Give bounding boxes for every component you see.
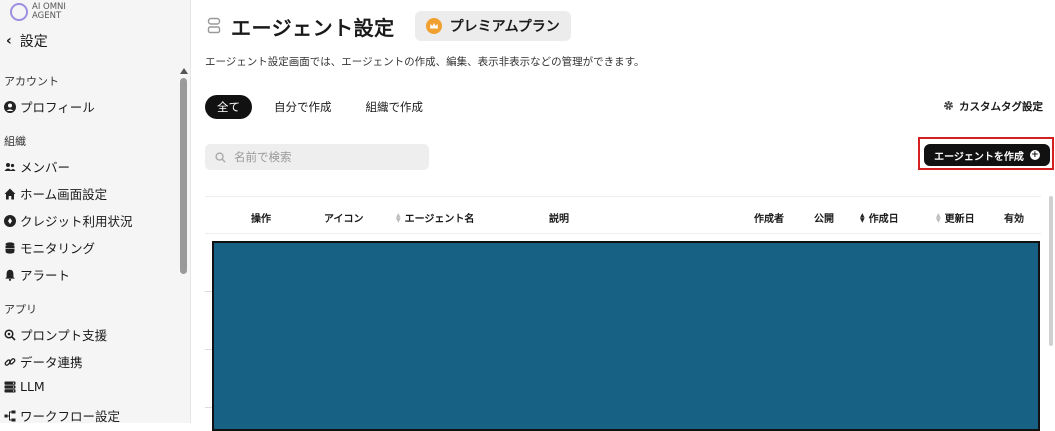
- sidebar-item-llm[interactable]: LLM: [4, 379, 45, 394]
- sort-icon: ▲ ▼: [936, 211, 941, 224]
- column-header-label: 更新日: [944, 214, 975, 225]
- workflow-icon: [4, 410, 16, 422]
- chevron-left-icon: ‹: [6, 33, 12, 49]
- sort-icon: ▲ ▼: [396, 211, 401, 224]
- sidebar-item-label: LLM: [20, 379, 45, 394]
- crown-icon: [425, 18, 442, 34]
- user-circle-icon: [4, 100, 16, 113]
- column-header-label: 作成日: [868, 214, 899, 225]
- filter-tabs: 全て 自分で作成 組織で作成: [205, 95, 435, 119]
- sidebar-item-label: ホーム画面設定: [20, 187, 108, 202]
- coin-icon: [4, 214, 16, 227]
- plan-badge-label: プレミアムプラン: [449, 19, 560, 35]
- column-header-label: エージェント名: [404, 214, 475, 225]
- tab-all[interactable]: 全て: [205, 95, 252, 119]
- sidebar-item-label: プロフィール: [20, 100, 95, 115]
- sort-icon: ▲ ▼: [860, 211, 865, 224]
- sidebar-item-label: プロンプト支援: [20, 328, 108, 343]
- logo: AI OMNI AGENT: [10, 3, 92, 21]
- logo-text: AI OMNI AGENT: [32, 2, 66, 21]
- column-header-actions: 操作: [251, 214, 271, 225]
- sidebar-item-label: クレジット利用状況: [20, 214, 133, 229]
- main-scrollbar[interactable]: [1049, 196, 1053, 346]
- sidebar-item-alerts[interactable]: アラート: [4, 265, 70, 284]
- agents-table: 操作 アイコン ▲ ▼ エージェント名 説明 作成者 公開 ▲ ▼ 作成日 ▲ ▼ 更…: [205, 196, 1041, 431]
- sidebar-scrollbar[interactable]: [180, 68, 188, 278]
- tab-created-by-org[interactable]: 組織で作成: [354, 95, 436, 119]
- home-icon: [4, 188, 16, 200]
- custom-tag-label: カスタムタグ設定: [959, 101, 1043, 113]
- sidebar-item-workflow[interactable]: ワークフロー設定: [4, 406, 120, 423]
- link-icon: [4, 356, 16, 368]
- back-label: 設定: [19, 34, 48, 50]
- section-label-apps: アプリ: [4, 303, 37, 316]
- create-button-highlight: エージェントを作成 +: [918, 137, 1054, 170]
- sidebar-item-label: ワークフロー設定: [20, 409, 121, 423]
- search-icon: [215, 148, 226, 167]
- logo-mark-icon: [10, 3, 28, 21]
- sidebar-item-credit-usage[interactable]: クレジット利用状況: [4, 211, 133, 230]
- tab-created-by-me[interactable]: 自分で作成: [262, 95, 344, 119]
- agent-icon: [207, 17, 221, 35]
- title-row: エージェント設定 プレミアムプラン: [207, 11, 571, 41]
- plan-badge: プレミアムプラン: [414, 11, 571, 41]
- column-header-enabled: 有効: [1004, 214, 1024, 225]
- search-bulb-icon: [4, 328, 16, 341]
- column-header-updated-date[interactable]: ▲ ▼ 更新日: [936, 210, 975, 225]
- column-header-public: 公開: [814, 214, 834, 225]
- table-body-redacted: [212, 241, 1040, 431]
- page-description: エージェント設定画面では、エージェントの作成、編集、表示非表示などの管理ができま…: [205, 56, 645, 68]
- create-agent-label: エージェントを作成: [934, 151, 1024, 163]
- scroll-thumb[interactable]: [180, 78, 187, 274]
- sidebar-item-label: モニタリング: [20, 241, 96, 256]
- column-header-created-date[interactable]: ▲ ▼ 作成日: [860, 210, 899, 225]
- section-label-account: アカウント: [4, 75, 59, 88]
- gear-icon: [943, 100, 954, 114]
- plus-circle-icon: +: [1029, 150, 1040, 160]
- create-agent-button[interactable]: エージェントを作成 +: [924, 144, 1050, 166]
- database-icon: [4, 241, 16, 254]
- sidebar-item-label: アラート: [20, 268, 71, 283]
- column-header-icon: アイコン: [324, 214, 364, 225]
- scroll-up-arrow-icon[interactable]: [180, 68, 188, 74]
- table-header: 操作 アイコン ▲ ▼ エージェント名 説明 作成者 公開 ▲ ▼ 作成日 ▲ ▼ 更…: [205, 197, 1041, 234]
- custom-tag-settings-button[interactable]: カスタムタグ設定: [943, 99, 1043, 114]
- sidebar-item-data-integration[interactable]: データ連携: [4, 352, 83, 371]
- search-input[interactable]: [232, 149, 416, 165]
- users-icon: [4, 161, 16, 173]
- sidebar-item-label: データ連携: [20, 355, 83, 370]
- column-header-creator: 作成者: [754, 214, 784, 225]
- sidebar-item-home-settings[interactable]: ホーム画面設定: [4, 184, 107, 203]
- main-content: エージェント設定 プレミアムプラン エージェント設定画面では、エージェントの作成…: [191, 0, 1055, 431]
- search-box: [205, 144, 429, 170]
- back-button[interactable]: ‹ 設定: [6, 31, 48, 51]
- section-label-org: 組織: [4, 135, 26, 148]
- page-title: エージェント設定: [231, 15, 395, 40]
- sidebar-item-members[interactable]: メンバー: [4, 157, 70, 176]
- sidebar: AI OMNI AGENT ‹ 設定 アカウント プロフィール 組織 メンバー …: [0, 0, 191, 423]
- sidebar-item-profile[interactable]: プロフィール: [4, 97, 95, 116]
- bell-icon: [4, 269, 16, 281]
- sidebar-item-label: メンバー: [20, 160, 71, 175]
- column-header-agent-name[interactable]: ▲ ▼ エージェント名: [396, 210, 474, 225]
- column-header-description: 説明: [549, 214, 569, 225]
- sidebar-item-prompt-support[interactable]: プロンプト支援: [4, 325, 107, 344]
- sidebar-item-monitoring[interactable]: モニタリング: [4, 238, 95, 257]
- server-icon: [4, 381, 16, 393]
